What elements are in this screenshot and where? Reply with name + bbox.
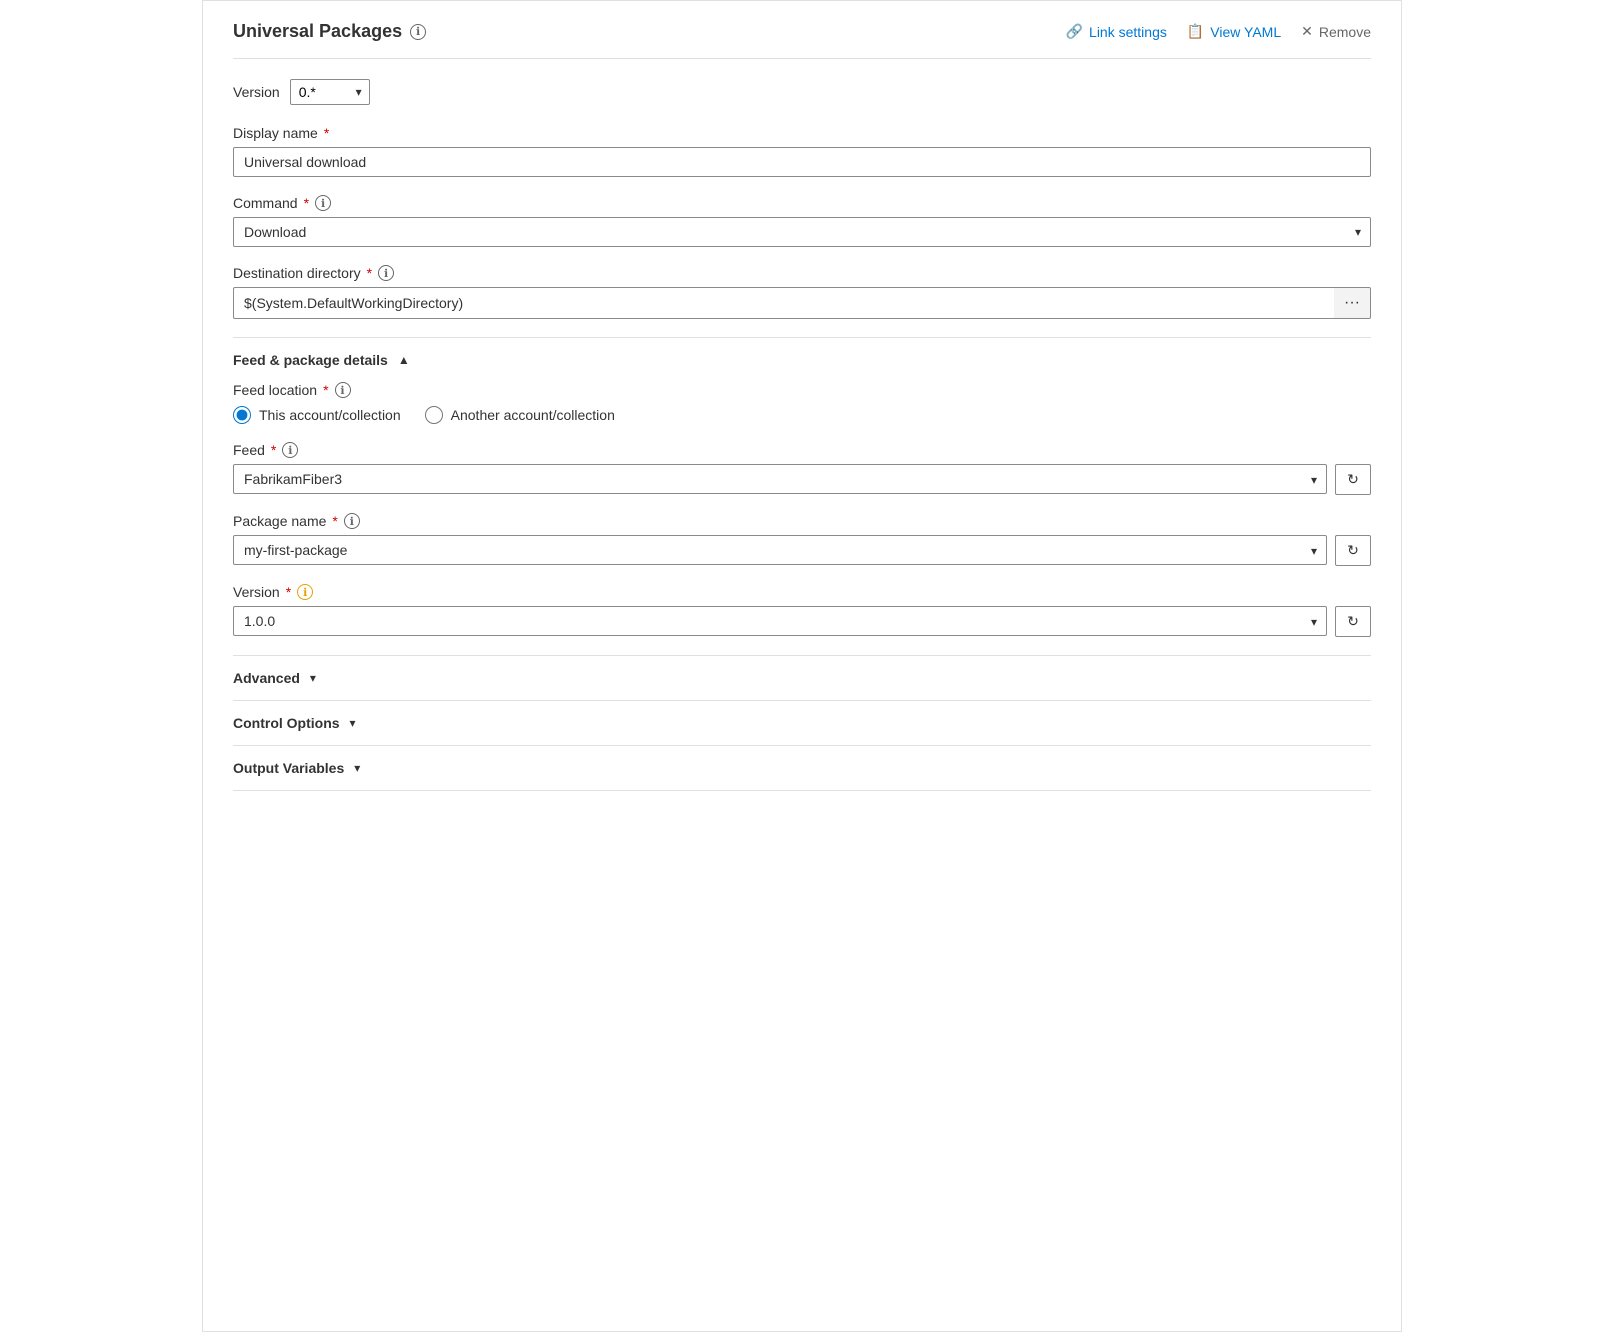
command-required: *	[304, 195, 309, 211]
display-name-required: *	[324, 125, 329, 141]
feed-location-this-label: This account/collection	[259, 407, 401, 423]
command-group: Command * ℹ Download Publish ▾	[233, 195, 1371, 247]
version-field-refresh-button[interactable]: ↻	[1335, 606, 1371, 637]
output-variables-section-chevron-icon: ▾	[354, 761, 360, 775]
destination-directory-required: *	[367, 265, 372, 281]
version-field-select-wrapper: 1.0.0 ▾	[233, 606, 1327, 637]
display-name-input[interactable]	[233, 147, 1371, 177]
feed-location-label: Feed location * ℹ	[233, 382, 1371, 398]
ellipsis-icon: ···	[1344, 294, 1360, 312]
feed-refresh-button[interactable]: ↻	[1335, 464, 1371, 495]
control-options-section-header[interactable]: Control Options ▾	[233, 700, 1371, 745]
advanced-section-header[interactable]: Advanced ▾	[233, 655, 1371, 700]
form-section: Version 0.* 1.* 2.* ▾ Display name * Com…	[233, 59, 1371, 811]
destination-directory-info-icon[interactable]: ℹ	[378, 265, 394, 281]
advanced-section-title: Advanced	[233, 670, 300, 686]
feed-location-another-label: Another account/collection	[451, 407, 615, 423]
feed-location-info-icon[interactable]: ℹ	[335, 382, 351, 398]
panel-header: Universal Packages ℹ 🔗 Link settings 📋 V…	[233, 21, 1371, 59]
feed-select[interactable]: FabrikamFiber3	[233, 464, 1327, 494]
remove-button[interactable]: ✕ Remove	[1301, 23, 1371, 40]
view-yaml-button[interactable]: 📋 View YAML	[1187, 23, 1281, 40]
command-select[interactable]: Download Publish	[233, 217, 1371, 247]
link-settings-button[interactable]: 🔗 Link settings	[1066, 23, 1167, 40]
destination-directory-input-group: ···	[233, 287, 1371, 319]
command-select-wrapper: Download Publish ▾	[233, 217, 1371, 247]
package-name-required: *	[332, 513, 337, 529]
link-icon: 🔗	[1066, 23, 1083, 40]
version-field-label: Version * ℹ	[233, 584, 1371, 600]
feed-location-group: Feed location * ℹ This account/collectio…	[233, 382, 1371, 424]
feed-group: Feed * ℹ FabrikamFiber3 ▾ ↻	[233, 442, 1371, 495]
feed-package-section-title: Feed & package details	[233, 352, 388, 368]
version-field-group: Version * ℹ 1.0.0 ▾ ↻	[233, 584, 1371, 637]
feed-location-another-radio[interactable]	[425, 406, 443, 424]
panel-title: Universal Packages	[233, 21, 402, 42]
output-variables-section-header[interactable]: Output Variables ▾	[233, 745, 1371, 791]
control-options-section-chevron-icon: ▾	[350, 716, 356, 730]
feed-package-section-chevron-icon: ▲	[398, 353, 410, 367]
package-name-refresh-button[interactable]: ↻	[1335, 535, 1371, 566]
version-field-select[interactable]: 1.0.0	[233, 606, 1327, 636]
version-field-refresh-icon: ↻	[1347, 613, 1359, 630]
header-info-icon[interactable]: ℹ	[410, 24, 426, 40]
version-select-group: 1.0.0 ▾ ↻	[233, 606, 1371, 637]
package-name-select-wrapper: my-first-package ▾	[233, 535, 1327, 566]
command-label: Command * ℹ	[233, 195, 1371, 211]
version-row-label: Version	[233, 84, 280, 100]
package-name-label: Package name * ℹ	[233, 513, 1371, 529]
close-icon: ✕	[1301, 23, 1313, 40]
command-info-icon[interactable]: ℹ	[315, 195, 331, 211]
package-name-select[interactable]: my-first-package	[233, 535, 1327, 565]
version-row: Version 0.* 1.* 2.* ▾	[233, 79, 1371, 105]
package-name-select-group: my-first-package ▾ ↻	[233, 535, 1371, 566]
feed-select-group: FabrikamFiber3 ▾ ↻	[233, 464, 1371, 495]
package-name-info-icon[interactable]: ℹ	[344, 513, 360, 529]
feed-label: Feed * ℹ	[233, 442, 1371, 458]
version-select-wrapper: 0.* 1.* 2.* ▾	[290, 79, 370, 105]
destination-directory-label: Destination directory * ℹ	[233, 265, 1371, 281]
version-field-info-icon[interactable]: ℹ	[297, 584, 313, 600]
feed-refresh-icon: ↻	[1347, 471, 1359, 488]
feed-package-section-header[interactable]: Feed & package details ▲	[233, 337, 1371, 382]
package-name-group: Package name * ℹ my-first-package ▾ ↻	[233, 513, 1371, 566]
feed-required: *	[271, 442, 276, 458]
feed-select-wrapper: FabrikamFiber3 ▾	[233, 464, 1327, 495]
feed-location-this-option[interactable]: This account/collection	[233, 406, 401, 424]
output-variables-section-title: Output Variables	[233, 760, 344, 776]
yaml-icon: 📋	[1187, 23, 1204, 40]
version-select[interactable]: 0.* 1.* 2.*	[290, 79, 370, 105]
display-name-label: Display name *	[233, 125, 1371, 141]
feed-location-radio-group: This account/collection Another account/…	[233, 406, 1371, 424]
control-options-section-title: Control Options	[233, 715, 340, 731]
feed-info-icon[interactable]: ℹ	[282, 442, 298, 458]
header-left: Universal Packages ℹ	[233, 21, 426, 42]
feed-location-another-option[interactable]: Another account/collection	[425, 406, 615, 424]
display-name-group: Display name *	[233, 125, 1371, 177]
feed-location-this-radio[interactable]	[233, 406, 251, 424]
package-name-refresh-icon: ↻	[1347, 542, 1359, 559]
feed-location-required: *	[323, 382, 328, 398]
destination-directory-ellipsis-button[interactable]: ···	[1334, 287, 1371, 319]
advanced-section-chevron-icon: ▾	[310, 671, 316, 685]
header-actions: 🔗 Link settings 📋 View YAML ✕ Remove	[1066, 23, 1371, 40]
destination-directory-group: Destination directory * ℹ ···	[233, 265, 1371, 319]
version-field-required: *	[286, 584, 291, 600]
destination-directory-input[interactable]	[233, 287, 1334, 319]
